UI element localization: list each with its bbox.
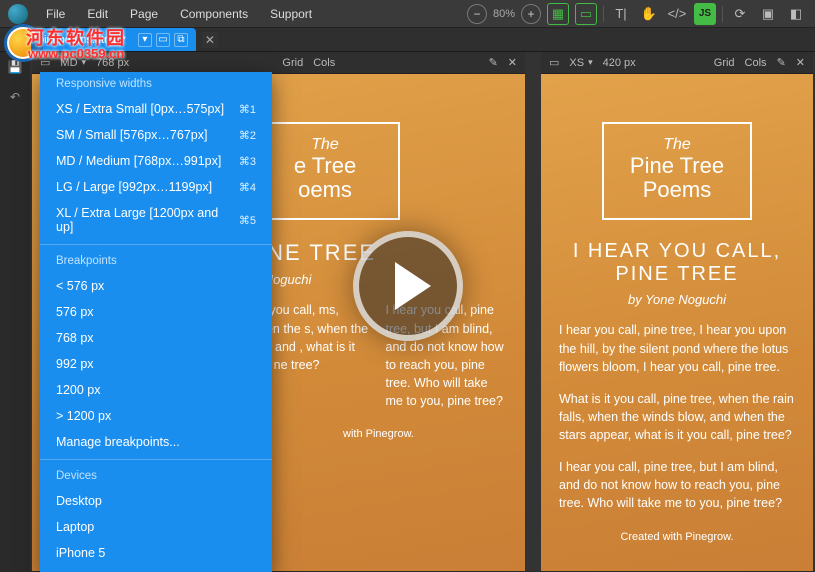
menu-file[interactable]: File <box>36 3 75 25</box>
dd-bp-2[interactable]: 768 px <box>40 325 272 351</box>
dd-width-sm[interactable]: SM / Small [576px…767px]⌘2 <box>40 122 272 148</box>
pane-size-label: XS <box>569 57 584 69</box>
dd-bp-5[interactable]: > 1200 px <box>40 403 272 429</box>
dd-header-breakpoints: Breakpoints <box>40 249 272 273</box>
dd-dev-iphone6[interactable]: iPhone 6 <box>40 566 272 572</box>
poem-footer: Created with Pinegrow. <box>559 531 795 543</box>
pane-cols-toggle[interactable]: Cols <box>313 57 335 69</box>
dd-bp-3[interactable]: 992 px <box>40 351 272 377</box>
pane-device-icon[interactable]: ▭ <box>549 56 559 69</box>
zoom-in-button[interactable]: + <box>521 4 541 24</box>
pane-edit-icon[interactable]: ✎ <box>489 56 498 69</box>
menu-edit[interactable]: Edit <box>77 3 118 25</box>
pane-grid-toggle[interactable]: Grid <box>282 57 303 69</box>
pane-close-icon[interactable]: ✕ <box>796 56 805 69</box>
dd-header-devices: Devices <box>40 464 272 488</box>
panel-icon[interactable]: ▣ <box>757 3 779 25</box>
pane-right: ▭ XS ▾ 420 px Grid Cols ✎ ✕ The Pine Tre… <box>541 52 813 571</box>
hand-tool-icon[interactable]: ✋ <box>638 3 660 25</box>
pane-size-selector[interactable]: MD ▾ <box>60 57 86 69</box>
grid-toggle-icon[interactable]: ▦ <box>547 3 569 25</box>
text-tool-icon[interactable]: T| <box>610 3 632 25</box>
menubar: File Edit Page Components Support − 80% … <box>0 0 815 28</box>
pane-width-label: 768 px <box>96 57 129 69</box>
dd-width-md[interactable]: MD / Medium [768px…991px]⌘3 <box>40 148 272 174</box>
play-overlay-button[interactable] <box>353 231 463 341</box>
tab-dirty-indicator: * <box>122 34 126 46</box>
dd-bp-4[interactable]: 1200 px <box>40 377 272 403</box>
undo-icon[interactable]: ↶ <box>6 88 24 106</box>
pane-size-label: MD <box>60 57 77 69</box>
tab-bar: 📄 pinepoems.html * ▾ ▭ ⧉ ✕ <box>0 28 815 52</box>
chevron-down-icon: ▾ <box>588 57 593 68</box>
code-tool-icon[interactable]: </> <box>666 3 688 25</box>
poem-para-2: What is it you call, pine tree, when the… <box>559 390 795 444</box>
chevron-down-icon: ▾ <box>82 57 87 68</box>
dd-width-xl[interactable]: XL / Extra Large [1200px and up]⌘5 <box>40 200 272 240</box>
poem-heading: I HEAR YOU CALL, PINE TREE <box>559 240 795 286</box>
zoom-out-button[interactable]: − <box>467 4 487 24</box>
refresh-icon[interactable]: ⟳ <box>729 3 751 25</box>
layout-icon[interactable]: ◧ <box>785 3 807 25</box>
zoom-value: 80% <box>493 8 515 20</box>
pane-close-icon[interactable]: ✕ <box>508 56 517 69</box>
pane-device-icon[interactable]: ▭ <box>40 56 50 69</box>
js-toggle-icon[interactable]: JS <box>694 3 716 25</box>
dd-bp-manage[interactable]: Manage breakpoints... <box>40 429 272 455</box>
dd-width-xs[interactable]: XS / Extra Small [0px…575px]⌘1 <box>40 96 272 122</box>
app-logo-icon <box>8 4 28 24</box>
page-icon[interactable]: 📄 <box>6 30 24 48</box>
save-icon[interactable]: 💾 <box>6 58 24 76</box>
side-strip: 💾 ↶ <box>0 52 30 571</box>
title-big: e Treeoems <box>260 154 390 202</box>
tab-close-button[interactable]: ✕ <box>202 32 218 48</box>
title-small: The <box>260 136 390 154</box>
tab-filename: pinepoems.html <box>38 34 116 46</box>
pane-width-label: 420 px <box>603 57 636 69</box>
size-dropdown: Responsive widths XS / Extra Small [0px…… <box>40 72 272 572</box>
dd-header-responsive: Responsive widths <box>40 72 272 96</box>
tab-active[interactable]: pinepoems.html * ▾ ▭ ⧉ <box>30 28 196 51</box>
dd-dev-iphone5[interactable]: iPhone 5 <box>40 540 272 566</box>
poem-para-1: I hear you call, pine tree, I hear you u… <box>559 321 795 375</box>
menu-support[interactable]: Support <box>260 3 322 25</box>
pane-edit-icon[interactable]: ✎ <box>777 56 786 69</box>
pane-cols-toggle[interactable]: Cols <box>745 57 767 69</box>
viewport-icon[interactable]: ▭ <box>575 3 597 25</box>
dd-bp-0[interactable]: < 576 px <box>40 273 272 299</box>
poem-byline: by Yone Noguchi <box>559 292 795 307</box>
dd-dev-laptop[interactable]: Laptop <box>40 514 272 540</box>
tab-action-page-icon[interactable]: ▭ <box>156 33 170 47</box>
title-small: The <box>612 136 742 154</box>
dd-bp-1[interactable]: 576 px <box>40 299 272 325</box>
tab-action-menu-icon[interactable]: ▾ <box>138 33 152 47</box>
pane-size-selector[interactable]: XS ▾ <box>569 57 592 69</box>
pane-grid-toggle[interactable]: Grid <box>714 57 735 69</box>
dd-width-lg[interactable]: LG / Large [992px…1199px]⌘4 <box>40 174 272 200</box>
pane-right-canvas[interactable]: The Pine Tree Poems I HEAR YOU CALL, PIN… <box>541 74 813 571</box>
tab-action-dup-icon[interactable]: ⧉ <box>174 33 188 47</box>
title-big: Pine Tree Poems <box>612 154 742 202</box>
menu-components[interactable]: Components <box>170 3 258 25</box>
poem-para-3: I hear you call, pine tree, but I am bli… <box>559 458 795 512</box>
menu-page[interactable]: Page <box>120 3 168 25</box>
dd-dev-desktop[interactable]: Desktop <box>40 488 272 514</box>
